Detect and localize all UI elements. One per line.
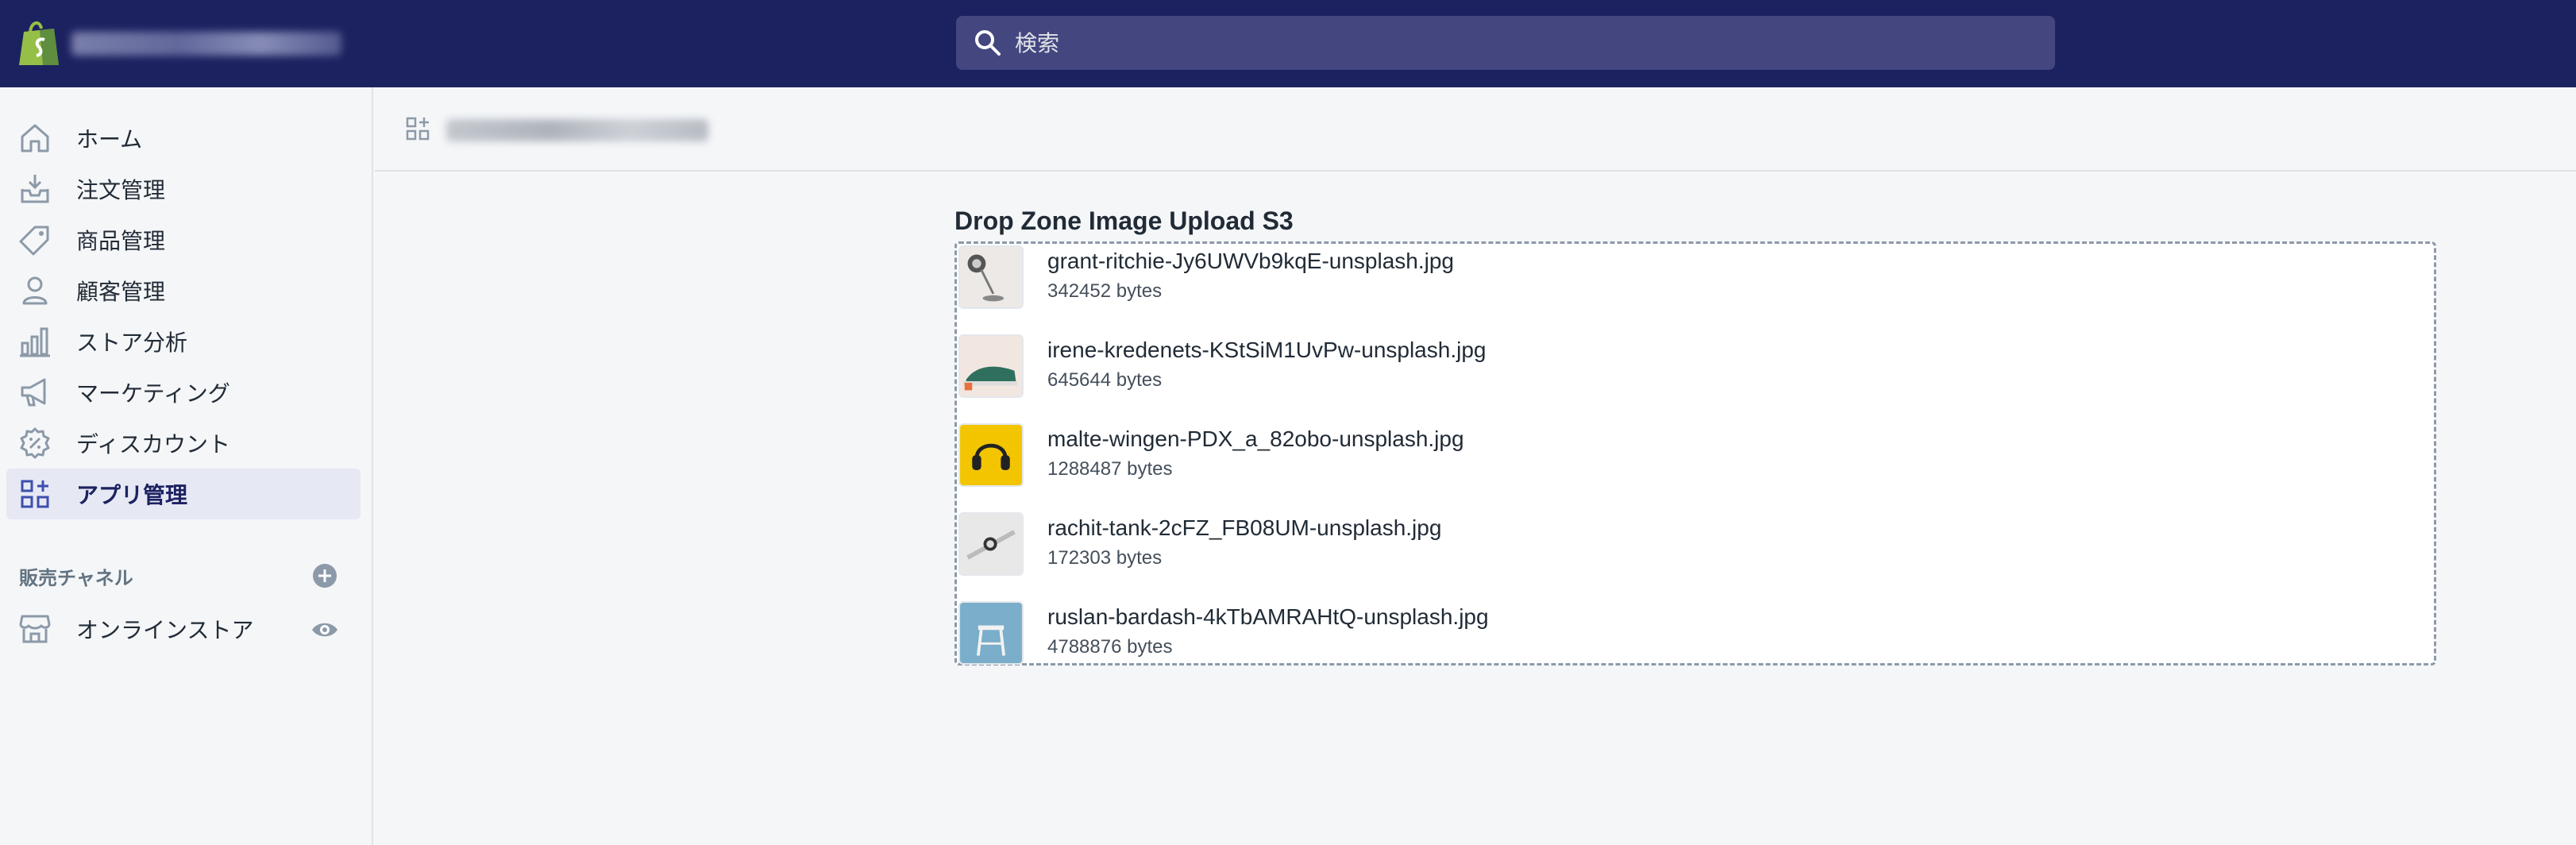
eye-icon[interactable] xyxy=(310,615,340,645)
sidebar-item-label: 商品管理 xyxy=(76,228,166,254)
inbox-icon xyxy=(21,175,49,203)
search-icon xyxy=(975,30,1001,56)
stool-thumbnail-icon xyxy=(960,603,1022,663)
file-item: grant-ritchie-Jy6UWVb9kqE-unsplash.jpg 3… xyxy=(957,244,2434,333)
file-item: irene-kredenets-KStSiM1UvPw-unsplash.jpg… xyxy=(957,333,2434,422)
apps-icon xyxy=(21,480,49,508)
home-icon xyxy=(21,124,49,152)
file-item: malte-wingen-PDX_a_82obo-unsplash.jpg 12… xyxy=(957,422,2434,511)
lamp-thumbnail-icon xyxy=(960,247,1022,307)
file-name: malte-wingen-PDX_a_82obo-unsplash.jpg xyxy=(1047,426,1464,451)
search-bar[interactable] xyxy=(956,16,2055,70)
sidebar-item-marketing[interactable]: マーケティング xyxy=(6,367,361,418)
sidebar: ホーム 注文管理 商品管理 顧客管理 ストア分析 マーケティング ディスカウント… xyxy=(0,87,373,845)
sidebar-item-label: ストア分析 xyxy=(76,330,188,356)
page-header xyxy=(375,87,2576,172)
file-thumbnail xyxy=(958,601,1024,665)
discount-icon xyxy=(20,427,50,459)
sidebar-item-analytics[interactable]: ストア分析 xyxy=(6,316,361,367)
sidebar-item-label: ホーム xyxy=(76,126,143,152)
file-size: 1288487 bytes xyxy=(1047,458,1173,480)
sidebar-item-orders[interactable]: 注文管理 xyxy=(6,164,361,214)
file-item: rachit-tank-2cFZ_FB08UM-unsplash.jpg 172… xyxy=(957,511,2434,600)
store-name-blurred[interactable] xyxy=(71,32,341,56)
top-bar xyxy=(0,0,2576,87)
file-size: 172303 bytes xyxy=(1047,547,1163,569)
sidebar-item-online-store[interactable]: オンラインストア xyxy=(6,604,361,654)
sidebar-item-home[interactable]: ホーム xyxy=(6,113,361,164)
watch-thumbnail-icon xyxy=(960,514,1022,574)
megaphone-icon xyxy=(21,378,46,407)
sidebar-item-discounts[interactable]: ディスカウント xyxy=(6,418,361,469)
file-size: 4788876 bytes xyxy=(1047,636,1173,658)
sidebar-item-label: マーケティング xyxy=(76,380,230,407)
tag-icon xyxy=(19,226,49,256)
person-icon xyxy=(22,276,48,305)
shoe-thumbnail-icon xyxy=(960,336,1022,396)
file-thumbnail xyxy=(958,334,1024,398)
file-name: grant-ritchie-Jy6UWVb9kqE-unsplash.jpg xyxy=(1047,249,1454,273)
app-name-blurred xyxy=(446,119,708,141)
bar-chart-icon xyxy=(20,327,50,357)
file-name: rachit-tank-2cFZ_FB08UM-unsplash.jpg xyxy=(1047,515,1442,540)
sidebar-item-customers[interactable]: 顧客管理 xyxy=(6,265,361,316)
sales-channels-heading: 販売チャネル xyxy=(19,567,133,589)
apps-icon xyxy=(406,117,430,141)
shopify-bag-icon[interactable] xyxy=(16,17,62,67)
file-size: 645644 bytes xyxy=(1047,369,1163,391)
dropzone[interactable]: grant-ritchie-Jy6UWVb9kqE-unsplash.jpg 3… xyxy=(954,241,2436,666)
sidebar-item-products[interactable]: 商品管理 xyxy=(6,214,361,265)
sidebar-item-label: オンラインストア xyxy=(76,617,254,643)
file-thumbnail xyxy=(958,423,1024,487)
headphones-thumbnail-icon xyxy=(960,425,1022,485)
sidebar-item-label: ディスカウント xyxy=(76,431,231,457)
sidebar-item-label: 顧客管理 xyxy=(76,279,166,305)
file-thumbnail xyxy=(958,512,1024,576)
file-name: ruslan-bardash-4kTbAMRAHtQ-unsplash.jpg xyxy=(1047,604,1489,629)
sidebar-item-apps[interactable]: アプリ管理 xyxy=(6,469,361,519)
sidebar-item-label: アプリ管理 xyxy=(76,482,188,508)
file-item: ruslan-bardash-4kTbAMRAHtQ-unsplash.jpg … xyxy=(957,600,2434,689)
sidebar-item-label: 注文管理 xyxy=(76,177,166,203)
dropzone-title: Drop Zone Image Upload S3 xyxy=(954,206,1294,235)
file-name: irene-kredenets-KStSiM1UvPw-unsplash.jpg xyxy=(1047,338,1487,362)
search-input[interactable] xyxy=(1015,29,2007,56)
add-channel-icon[interactable] xyxy=(311,562,338,589)
file-size: 342452 bytes xyxy=(1047,280,1163,302)
file-thumbnail xyxy=(958,245,1024,309)
store-icon xyxy=(19,615,51,643)
